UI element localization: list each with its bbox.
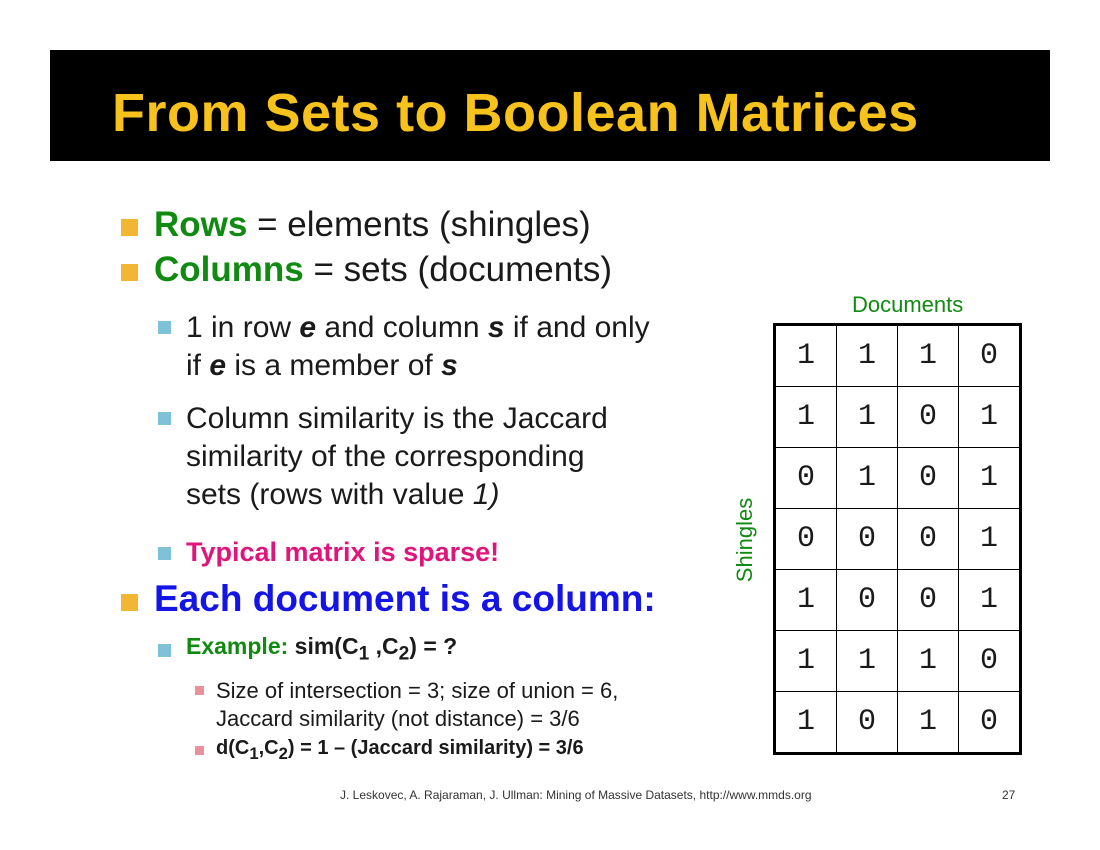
matrix-row: 1 1 0 1 (774, 386, 1021, 448)
bullet-marker (195, 686, 204, 695)
matrix-cell: 1 (958, 569, 1021, 631)
matrix-cell: 0 (958, 630, 1021, 692)
documents-axis-label: Documents (852, 292, 964, 317)
matrix-cell: 0 (897, 386, 959, 448)
bullet-marker (158, 547, 171, 560)
matrix-cell: 1 (774, 569, 837, 631)
matrix-cell: 1 (774, 630, 837, 692)
matrix-cell: 0 (958, 324, 1021, 387)
matrix-row: 1 1 1 0 (774, 324, 1021, 387)
matrix-row: 0 1 0 1 (774, 447, 1021, 509)
bullet-sparse: Typical matrix is sparse! (186, 537, 500, 567)
matrix-cell: 0 (774, 508, 837, 570)
matrix-cell: 1 (774, 386, 837, 448)
bullet-similarity: Column similarity is the Jaccard similari… (186, 402, 608, 511)
matrix-cell: 1 (774, 691, 837, 754)
bullet-marker (121, 594, 138, 611)
matrix-cell: 0 (958, 691, 1021, 754)
matrix-cell: 1 (836, 630, 898, 692)
bullet-rows: Rows = elements (shingles) (154, 205, 591, 244)
bullet-marker (158, 321, 171, 334)
slide-title: From Sets to Boolean Matrices (112, 83, 919, 143)
bullet-distance: d(C1,C2) = 1 – (Jaccard similarity) = 3/… (216, 737, 584, 763)
matrix-cell: 1 (897, 691, 959, 754)
matrix-cell: 1 (774, 324, 837, 387)
matrix-cell: 0 (836, 691, 898, 754)
matrix-cell: 1 (836, 447, 898, 509)
matrix-cell: 1 (958, 508, 1021, 570)
matrix-cell: 1 (836, 324, 898, 387)
boolean-matrix: 1 1 1 0 1 1 0 1 0 1 0 1 0 0 0 1 1 0 0 1 (773, 323, 1022, 755)
bullet-marker (195, 746, 204, 755)
matrix-cell: 0 (774, 447, 837, 509)
bullet-intersection: Size of intersection = 3; size of union … (216, 678, 619, 731)
matrix-row: 1 0 1 0 (774, 691, 1021, 754)
footer-citation: J. Leskovec, A. Rajaraman, J. Ullman: Mi… (340, 788, 812, 802)
shingles-axis-label: Shingles (732, 497, 757, 583)
matrix-cell: 0 (897, 508, 959, 570)
bullet-marker (158, 644, 171, 657)
bullet-marker (121, 219, 138, 236)
page-number: 27 (1002, 788, 1016, 802)
bullet-marker (158, 412, 171, 425)
matrix-row: 1 1 1 0 (774, 630, 1021, 692)
matrix-cell: 0 (897, 447, 959, 509)
bullet-each-document: Each document is a column: (154, 578, 656, 619)
matrix-cell: 1 (958, 386, 1021, 448)
matrix-cell: 1 (897, 630, 959, 692)
matrix-row: 1 0 0 1 (774, 569, 1021, 631)
matrix-row: 0 0 0 1 (774, 508, 1021, 570)
matrix-cell: 0 (836, 508, 898, 570)
bullet-columns: Columns = sets (documents) (154, 250, 613, 289)
bullet-example: Example: sim(C1 ,C2) = ? (186, 633, 458, 665)
matrix-cell: 1 (897, 324, 959, 387)
matrix-cell: 1 (958, 447, 1021, 509)
bullet-membership: 1 in row e and column s if and only if e … (186, 311, 650, 382)
matrix-cell: 0 (897, 569, 959, 631)
bullet-marker (121, 264, 138, 281)
matrix-cell: 0 (836, 569, 898, 631)
matrix-cell: 1 (836, 386, 898, 448)
